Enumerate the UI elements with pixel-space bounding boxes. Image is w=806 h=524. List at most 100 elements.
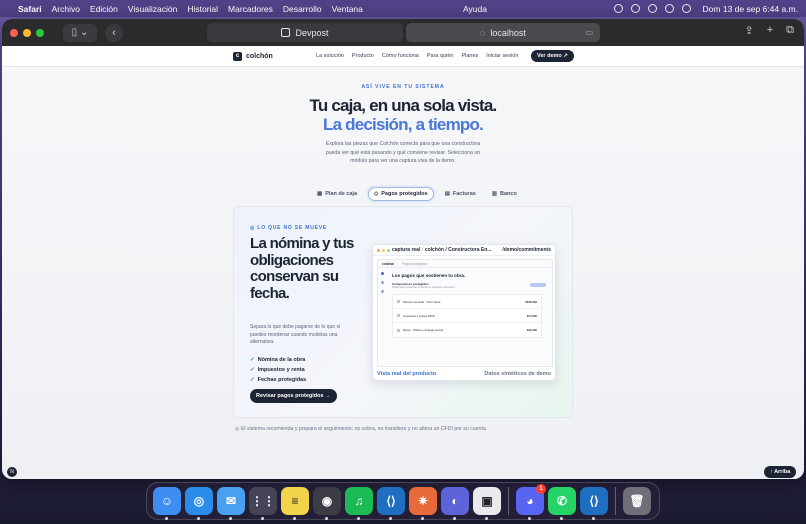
nav-producto[interactable]: Producto xyxy=(352,53,374,59)
menu-desarrollo[interactable]: Desarrollo xyxy=(283,4,322,14)
close-window-button[interactable] xyxy=(10,28,18,37)
menu-edicion[interactable]: Edición xyxy=(90,4,118,14)
web-page: c colchón La solución Producto Cómo func… xyxy=(2,46,804,479)
minimize-window-button[interactable] xyxy=(23,28,31,37)
preview-crumb: Pagos protegidos xyxy=(402,261,428,266)
menu-app[interactable]: Safari xyxy=(18,4,42,14)
preview-row: Nómina semanal · Torre Norte $186,000 xyxy=(393,295,541,309)
preview-titlebar: captura real · colchón / Constructora En… xyxy=(373,245,555,256)
dock-chrome-like-icon[interactable]: ◉ xyxy=(313,487,341,520)
dock-finder-icon[interactable]: ☺ xyxy=(153,487,181,520)
dock-safari-icon[interactable]: ◎ xyxy=(185,487,213,520)
tab-devpost[interactable]: Devpost xyxy=(207,23,403,42)
revisar-pagos-button[interactable]: Revisar pagos protegidos → xyxy=(250,389,337,403)
dock-mail-icon[interactable]: ✉ xyxy=(217,487,245,520)
tab-overview-icon[interactable]: ⧉ xyxy=(786,24,794,37)
nav-planes[interactable]: Planes xyxy=(461,53,478,59)
nav-iniciar-sesion[interactable]: Iniciar sesión xyxy=(486,53,518,59)
dock-notes-icon[interactable]: ≡ xyxy=(281,487,309,520)
menu-visualizacion[interactable]: Visualización xyxy=(128,4,177,14)
site-logo[interactable]: c colchón xyxy=(233,51,273,61)
address-bar[interactable]: ◌ localhost ▭ xyxy=(406,23,600,42)
notification-badge: 1 xyxy=(536,484,546,494)
preview-row: Renta · Oficina y bodega central $42,000 xyxy=(393,323,541,337)
bank-icon: ▥ xyxy=(491,191,498,197)
check-item: ✓ Nómina de la obra xyxy=(250,357,306,363)
tab-pagos-protegidos[interactable]: ◇ Pagos protegidos xyxy=(368,187,434,201)
invoice-icon: ▤ xyxy=(444,191,450,197)
dock-discord-icon[interactable]: ◕ 1 xyxy=(516,484,546,520)
preview-footer-synthetic: Datos sintéticos de demo xyxy=(484,371,551,377)
running-indicator xyxy=(453,517,456,520)
tab-label: Plan de caja xyxy=(325,191,357,197)
dock-vscode-icon[interactable]: ⟨⟩ xyxy=(377,487,405,520)
card-description: Separa lo que debe pagarse de lo que sí … xyxy=(250,324,341,345)
wifi-icon[interactable] xyxy=(630,4,640,13)
menu-ventana[interactable]: Ventana xyxy=(332,4,363,14)
module-card: ◎ LO QUE NO SE MUEVE La nómina y tus obl… xyxy=(233,206,573,418)
site-nav: c colchón La solución Producto Cómo func… xyxy=(2,46,804,67)
running-indicator xyxy=(325,517,328,520)
dev-tools-button[interactable]: N xyxy=(7,467,17,477)
reader-icon[interactable]: ▭ xyxy=(585,28,593,37)
dock-screen-icon[interactable]: ▣ xyxy=(473,487,501,520)
preview-heading: Los pagos que sostienen tu obra. xyxy=(392,273,466,278)
dock-spotify-icon[interactable]: ♫ xyxy=(345,487,373,520)
zoom-window-button[interactable] xyxy=(36,28,44,37)
preview-brand: colchón xyxy=(382,261,395,266)
nav-para-quien[interactable]: Para quién xyxy=(427,53,454,59)
menu-marcadores[interactable]: Marcadores xyxy=(228,4,273,14)
dock-separator xyxy=(615,487,616,515)
hero-lede: Explora las piezas que Colchón conecta p… xyxy=(325,141,481,164)
control-center-icon[interactable] xyxy=(681,4,691,13)
preview-path: /demo/commitments xyxy=(502,247,551,253)
dock-launchpad-icon[interactable]: ⋮⋮ xyxy=(249,487,277,520)
battery-icon[interactable] xyxy=(647,4,657,13)
sidebar-toggle-button[interactable]: ▯ ⌄ xyxy=(63,23,97,42)
check-item: ✓ Impuestos y renta xyxy=(250,367,305,373)
share-icon[interactable]: ⇪ xyxy=(744,24,753,37)
preview-footer: Vista real del producto Datos sintéticos… xyxy=(377,371,551,377)
preview-sidebar xyxy=(380,272,385,299)
module-tabs: ▦ Plan de caja ◇ Pagos protegidos ▤ Fact… xyxy=(312,187,522,201)
tab-banco[interactable]: ▥ Banco xyxy=(487,187,522,201)
dock-proton-icon[interactable]: ◐ xyxy=(441,487,469,520)
hero-title: Tu caja, en una sola vista. xyxy=(309,96,498,115)
running-indicator xyxy=(485,517,488,520)
dock: ☺ ◎ ✉ ⋮⋮ ≡ ◉ ♫ ⟨⟩ ✷ ◐ ▣ ◕ 1 ✆ ⟨⟩ 🗑 xyxy=(146,482,660,520)
dock-whatsapp-icon[interactable]: ✆ xyxy=(548,487,576,520)
tab-plan-de-caja[interactable]: ▦ Plan de caja xyxy=(312,187,362,201)
running-indicator xyxy=(592,517,595,520)
search-icon[interactable] xyxy=(664,4,674,13)
dock-trash-icon[interactable]: 🗑 xyxy=(623,487,651,515)
nav-la-solucion[interactable]: La solución xyxy=(316,53,344,59)
tab-facturas[interactable]: ▤ Facturas xyxy=(440,187,481,201)
devpost-favicon-icon xyxy=(281,28,291,37)
menu-ayuda[interactable]: Ayuda xyxy=(463,4,487,14)
menu-clock[interactable]: Dom 13 de sep 6:44 a.m. xyxy=(703,4,798,14)
new-tab-icon[interactable]: + xyxy=(767,24,773,37)
running-indicator xyxy=(560,517,563,520)
running-indicator xyxy=(357,517,360,520)
running-indicator xyxy=(421,517,424,520)
chart-icon: ▦ xyxy=(317,191,323,197)
back-button[interactable]: ‹ xyxy=(105,23,123,42)
menu-historial[interactable]: Historial xyxy=(187,4,218,14)
running-indicator xyxy=(197,517,200,520)
nav-como-funciona[interactable]: Cómo funciona xyxy=(382,53,419,59)
menu-archivo[interactable]: Archivo xyxy=(52,4,80,14)
nav-links: La solución Producto Cómo funciona Para … xyxy=(316,53,518,59)
hero-eyebrow: ASÍ VIVE EN TU SISTEMA xyxy=(361,84,445,90)
preview-section-sub: Pagos que conservan su fecha en cualquie… xyxy=(392,286,456,289)
scroll-top-button[interactable]: ↑ Arriba xyxy=(764,466,797,478)
dock-spark-icon[interactable]: ✷ xyxy=(409,487,437,520)
preview-window-title: captura real · colchón / Constructora En… xyxy=(392,247,492,253)
tab-label: Banco xyxy=(500,191,517,197)
dock-vscode-2-icon[interactable]: ⟨⟩ xyxy=(580,487,608,520)
status-icon[interactable] xyxy=(613,4,623,13)
card-checklist: ✓ Nómina de la obra ✓ Impuestos y renta ✓ F… xyxy=(250,355,306,385)
ver-demo-button[interactable]: Ver demo ↗ xyxy=(531,50,574,62)
shield-icon: ◇ xyxy=(374,191,379,197)
check-icon: ✓ xyxy=(250,357,255,363)
address-text: localhost xyxy=(490,27,526,38)
